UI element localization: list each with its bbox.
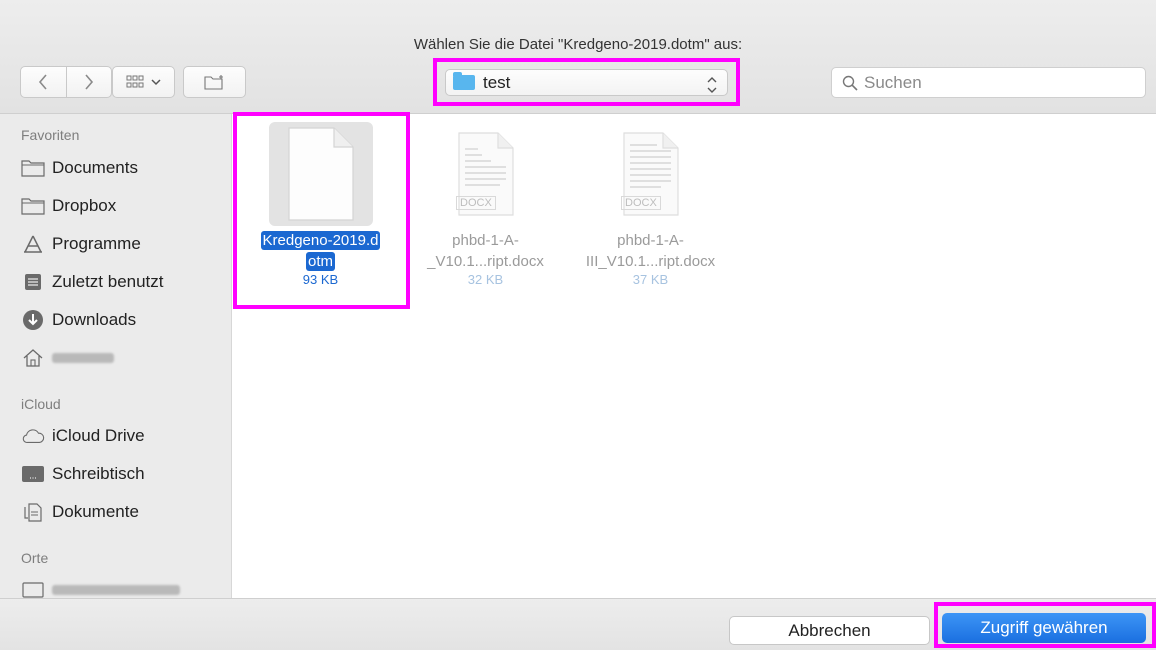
documents-icon: [21, 502, 45, 522]
view-mode-button[interactable]: [112, 66, 175, 98]
search-icon: [842, 75, 858, 91]
file-highlight: [233, 112, 410, 309]
sidebar-item-device[interactable]: [21, 575, 231, 598]
sidebar-header-favorites: Favoriten: [21, 127, 80, 143]
sidebar-item-home[interactable]: [21, 343, 231, 373]
sidebar-item-label: Documents: [52, 158, 138, 177]
location-highlight: test: [433, 58, 740, 106]
docx-badge: DOCX: [621, 196, 661, 210]
docx-badge: DOCX: [456, 196, 496, 210]
file-thumbnail: [599, 122, 703, 226]
file-name: phbd-1-A- _V10.1...ript.docx: [427, 232, 544, 270]
sidebar-item-recents[interactable]: Zuletzt benutzt: [21, 267, 231, 297]
file-name: phbd-1-A- III_V10.1...ript.docx: [585, 232, 716, 270]
sidebar-item-schreibtisch[interactable]: Schreibtisch: [21, 459, 231, 489]
toolbar: Wählen Sie die Datei "Kredgeno-2019.dotm…: [0, 0, 1156, 114]
applications-icon: [21, 234, 45, 254]
desktop-icon: [21, 464, 45, 484]
icon-grid-view-icon: [126, 75, 144, 88]
new-folder-button[interactable]: [183, 66, 246, 98]
file-thumbnail: [434, 122, 538, 226]
nav-button-group: [20, 66, 112, 98]
blurred-username: [52, 353, 114, 363]
sidebar-header-places: Orte: [21, 550, 49, 566]
home-icon: [21, 348, 45, 368]
chevron-left-icon: [39, 74, 47, 90]
file-size: 37 KB: [632, 272, 669, 287]
sidebar-item-dokumente[interactable]: Dokumente: [21, 497, 231, 527]
chevron-down-icon: [151, 79, 161, 86]
recents-icon: [21, 272, 45, 292]
new-folder-icon: [203, 75, 223, 90]
sidebar-item-label: iCloud Drive: [52, 426, 145, 445]
file-open-dialog: Wählen Sie die Datei "Kredgeno-2019.dotm…: [0, 0, 1156, 650]
forward-button[interactable]: [66, 67, 111, 97]
sidebar-item-label: Dropbox: [52, 196, 117, 215]
sidebar-item-label: Zuletzt benutzt: [52, 272, 164, 291]
sidebar-item-label: Dokumente: [52, 502, 139, 521]
sidebar-item-dropbox[interactable]: Dropbox: [21, 191, 231, 221]
back-button[interactable]: [21, 67, 66, 97]
blurred-device-name: [52, 585, 180, 595]
sidebar: Favoriten Documents Dropbox Programme Zu…: [0, 114, 232, 598]
search-field[interactable]: Suchen: [831, 67, 1146, 98]
computer-icon: [21, 580, 45, 598]
sidebar-header-icloud: iCloud: [21, 396, 61, 412]
dialog-title: Wählen Sie die Datei "Kredgeno-2019.dotm…: [413, 36, 743, 53]
folder-icon: [21, 196, 45, 216]
grant-access-button[interactable]: Zugriff gewähren: [942, 613, 1146, 643]
sidebar-item-downloads[interactable]: Downloads: [21, 305, 231, 335]
downloads-icon: [21, 310, 45, 330]
location-label: test: [483, 72, 511, 92]
up-down-arrows-icon: [707, 75, 717, 96]
location-popup[interactable]: test: [445, 69, 728, 96]
folder-icon: [21, 158, 45, 178]
search-placeholder: Suchen: [864, 72, 922, 92]
file-size: 32 KB: [467, 272, 504, 287]
sidebar-item-label: Programme: [52, 234, 141, 253]
sidebar-item-label: Downloads: [52, 310, 137, 329]
cancel-button[interactable]: Abbrechen: [729, 616, 930, 645]
cloud-icon: [21, 426, 45, 446]
sidebar-item-label: Schreibtisch: [52, 464, 145, 483]
folder-icon: [453, 72, 475, 90]
footer: Abbrechen Zugriff gewähren: [0, 598, 1156, 650]
sidebar-item-icloud-drive[interactable]: iCloud Drive: [21, 421, 231, 451]
chevron-right-icon: [85, 74, 93, 90]
sidebar-item-programme[interactable]: Programme: [21, 229, 231, 259]
sidebar-item-documents[interactable]: Documents: [21, 153, 231, 183]
